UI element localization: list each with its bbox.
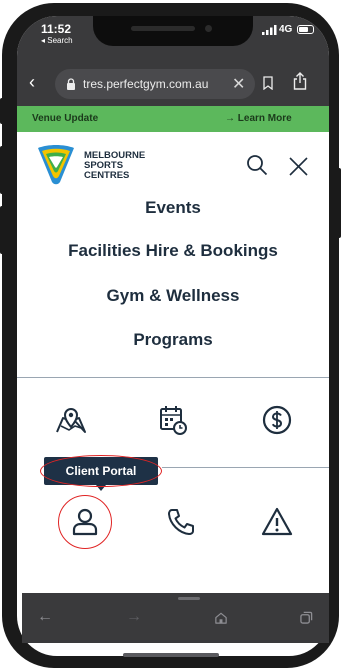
notch — [93, 16, 253, 46]
battery-icon — [297, 25, 314, 34]
back-arrow-icon[interactable]: ← — [37, 609, 53, 625]
browser-toolbar: ← → — [22, 593, 329, 643]
venue-update-banner: Venue Update → Learn More — [17, 106, 329, 132]
logo-line-3: CENTRES — [84, 170, 130, 181]
logo-wordmark: MELBOURNE SPORTS CENTRES — [84, 151, 145, 181]
tabs-icon[interactable] — [300, 611, 313, 624]
browser-back-icon[interactable]: ‹ — [29, 72, 35, 92]
close-menu-icon[interactable] — [289, 157, 308, 176]
browser-address-row: ‹ tres.perfectgym.com.au ✕ — [17, 62, 329, 106]
signal-icon — [262, 25, 277, 35]
menu-item-gym-wellness[interactable]: Gym & Wellness — [17, 286, 329, 306]
forward-arrow-icon[interactable]: → — [126, 609, 142, 625]
back-to-search-link[interactable]: ◂ Search — [41, 36, 73, 45]
status-bar: 11:52 ◂ Search 4G — [17, 16, 329, 62]
home-icon[interactable] — [215, 612, 227, 624]
network-type: 4G — [279, 24, 293, 35]
menu-item-programs[interactable]: Programs — [17, 330, 329, 350]
bookmark-icon[interactable] — [263, 76, 273, 90]
status-time: 11:52 — [41, 22, 72, 36]
client-portal-highlight-annotation — [58, 495, 112, 549]
map-location-icon[interactable] — [55, 404, 87, 436]
toolbar-grabber[interactable] — [178, 597, 200, 600]
url-text[interactable]: tres.perfectgym.com.au — [83, 77, 215, 91]
venue-update-title: Venue Update — [32, 113, 99, 124]
learn-more-link[interactable]: → Learn More — [225, 113, 292, 124]
share-icon[interactable] — [293, 72, 307, 90]
menu-item-events[interactable]: Events — [17, 198, 329, 218]
dollar-icon[interactable] — [261, 404, 293, 436]
address-bar[interactable]: tres.perfectgym.com.au ✕ — [55, 69, 255, 99]
search-icon[interactable] — [246, 154, 268, 176]
phone-frame: 11:52 ◂ Search 4G ‹ tres.perfectgym.com.… — [2, 3, 339, 668]
menu-item-facilities-hire[interactable]: Facilities Hire & Bookings — [17, 241, 329, 261]
msc-logo-icon[interactable] — [34, 142, 78, 186]
menu-divider-bottom — [162, 467, 329, 468]
lock-icon — [67, 78, 75, 90]
phone-icon[interactable] — [165, 506, 197, 538]
phone-screen: 11:52 ◂ Search 4G ‹ tres.perfectgym.com.… — [17, 16, 329, 656]
tooltip-highlight-annotation — [40, 455, 162, 487]
site-header: MELBOURNE SPORTS CENTRES — [17, 132, 329, 204]
front-camera — [205, 25, 212, 32]
speaker-grille — [131, 26, 195, 31]
clear-url-icon[interactable]: ✕ — [232, 74, 245, 94]
calendar-clock-icon[interactable] — [157, 404, 189, 436]
warning-icon[interactable] — [261, 506, 293, 538]
home-indicator — [123, 653, 219, 657]
menu-divider-top — [17, 377, 329, 378]
